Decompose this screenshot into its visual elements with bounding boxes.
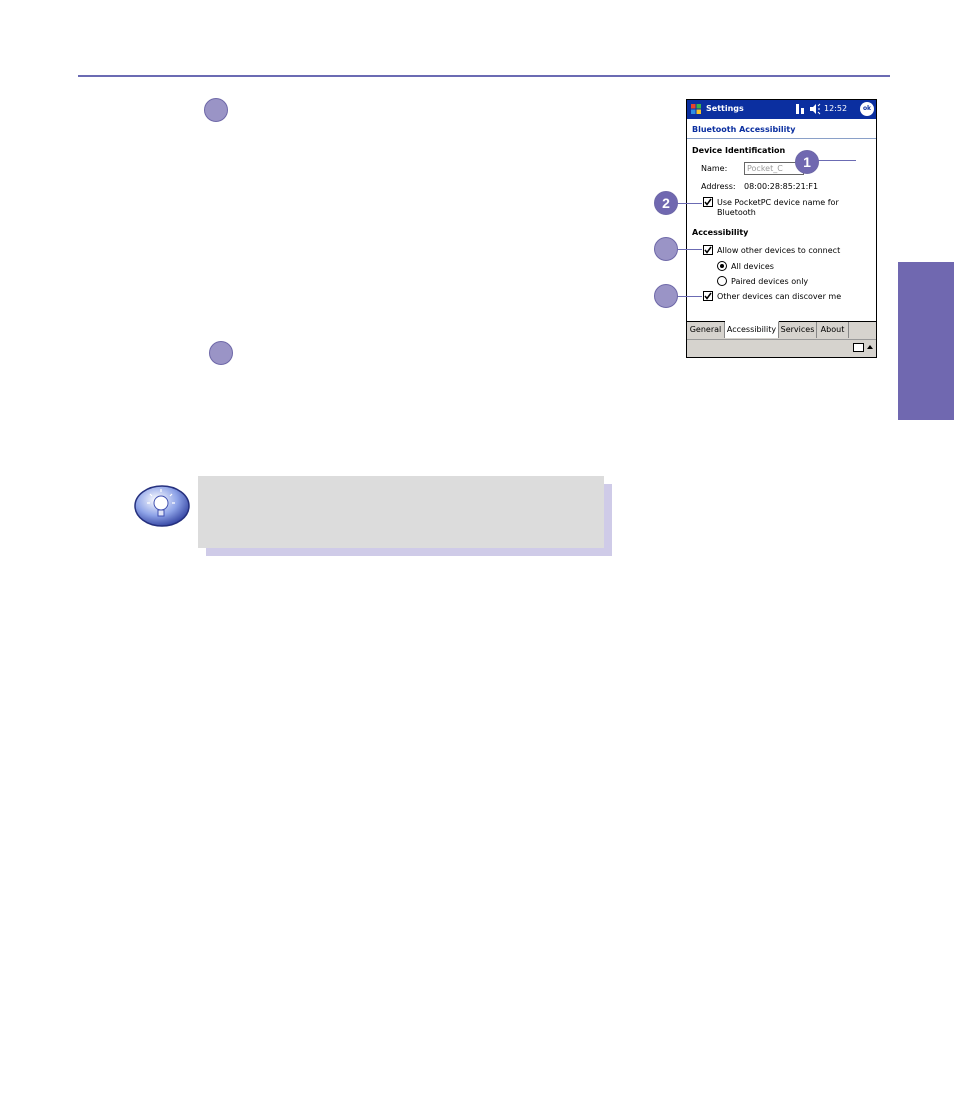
- checkmark-icon: [704, 198, 712, 206]
- use-ppc-name-checkbox[interactable]: [703, 197, 713, 207]
- tab-services[interactable]: Services: [779, 322, 817, 338]
- callout-3: [654, 237, 678, 261]
- address-label: Address:: [701, 182, 736, 191]
- checkmark-icon: [704, 246, 712, 254]
- tab-bar: General Accessibility Services About: [687, 321, 876, 339]
- checkmark-icon: [704, 292, 712, 300]
- discoverable-checkbox[interactable]: [703, 291, 713, 301]
- tab-general[interactable]: General: [687, 322, 725, 338]
- paired-devices-radio[interactable]: [717, 276, 727, 286]
- callout-1: 1: [795, 150, 819, 174]
- callout-3-leader: [676, 249, 702, 250]
- section-heading-device-identification: Device Identification: [692, 146, 786, 155]
- ok-button[interactable]: ok: [860, 102, 874, 116]
- tab-about[interactable]: About: [817, 322, 849, 338]
- callout-4-leader: [676, 296, 702, 297]
- clock-time[interactable]: 12:52: [824, 104, 847, 113]
- all-devices-label: All devices: [731, 262, 774, 271]
- title-bar: Settings 12:52 ok: [687, 100, 876, 119]
- use-ppc-name-label: Use PocketPC device name for: [717, 198, 839, 207]
- discoverable-label: Other devices can discover me: [717, 292, 842, 301]
- allow-connect-checkbox[interactable]: [703, 245, 713, 255]
- callout-2: 2: [654, 191, 678, 215]
- device-screenshot: Settings 12:52 ok Bluetooth Accessibilit…: [686, 99, 877, 358]
- header-rule: [78, 75, 890, 77]
- app-title: Settings: [706, 104, 744, 113]
- callout-4: [654, 284, 678, 308]
- use-ppc-name-label-line2: Bluetooth: [717, 208, 756, 217]
- note-box: [198, 476, 604, 548]
- callout-2-leader: [676, 203, 702, 204]
- step-bullet-marker: [204, 98, 228, 122]
- address-value: 08:00:28:85:21:F1: [744, 182, 819, 191]
- windows-logo-icon[interactable]: [690, 103, 702, 115]
- tab-accessibility[interactable]: Accessibility: [725, 321, 779, 338]
- all-devices-radio[interactable]: [717, 261, 727, 271]
- speaker-icon[interactable]: [809, 103, 821, 115]
- chapter-side-tab: [898, 262, 954, 420]
- title-divider: [687, 138, 876, 139]
- paired-devices-label: Paired devices only: [731, 277, 809, 286]
- name-label: Name:: [701, 164, 728, 173]
- allow-connect-label: Allow other devices to connect: [717, 246, 841, 255]
- keyboard-icon[interactable]: [853, 343, 864, 352]
- page-title: Bluetooth Accessibility: [692, 125, 796, 134]
- step-bullet-marker: [209, 341, 233, 365]
- signal-icon[interactable]: [795, 103, 805, 115]
- input-menu-arrow-icon[interactable]: [867, 345, 873, 349]
- callout-1-leader: [816, 160, 856, 161]
- section-heading-accessibility: Accessibility: [692, 228, 749, 237]
- command-bar: [687, 339, 876, 357]
- lightbulb-tip-icon: [134, 485, 190, 527]
